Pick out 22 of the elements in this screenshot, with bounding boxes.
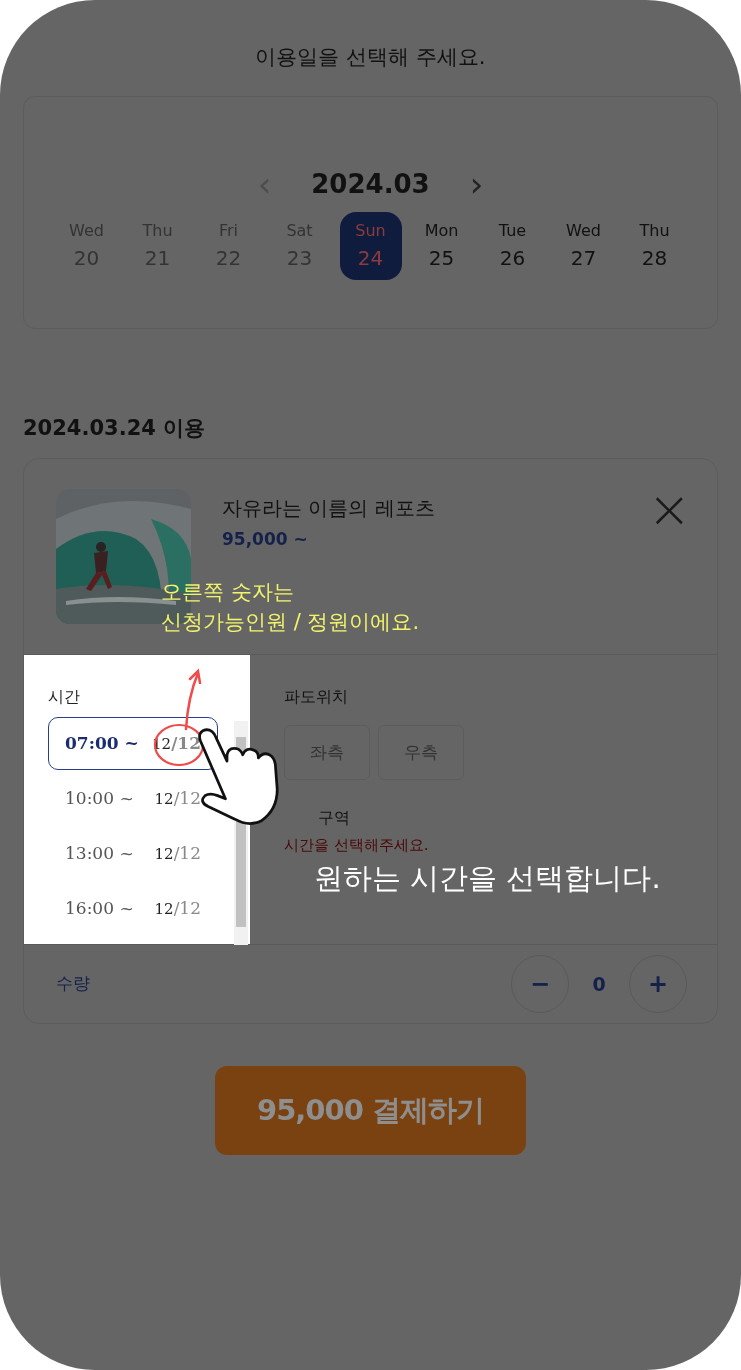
product-title: 자유라는 이름의 레포츠 — [222, 495, 436, 522]
pay-button[interactable]: 95,000 결제하기 — [215, 1066, 526, 1155]
section-label: 시간 — [48, 686, 81, 708]
month-label: 2024.03 — [311, 167, 430, 201]
quantity-value: 0 — [591, 971, 607, 997]
day-button[interactable]: Sun 24 — [339, 211, 402, 280]
hint-text: 원하는 시간을 선택합니다. — [314, 860, 661, 897]
section-label: 파도위치 — [284, 686, 349, 708]
validation-message: 시간을 선택해주세요. — [284, 835, 430, 856]
next-month-button[interactable]: › — [429, 167, 524, 201]
day-button[interactable]: Mon 25 — [410, 211, 473, 280]
day-button[interactable]: Tue 26 — [481, 211, 544, 280]
quantity-label: 수량 — [56, 972, 91, 996]
product-price: 95,000 ~ — [222, 528, 309, 551]
hint-text: 오른쪽 숫자는 신청가능인원 / 정원이에요. — [161, 579, 420, 636]
day-button[interactable]: Thu 28 — [623, 211, 686, 280]
page-title: 이용일을 선택해 주세요. — [254, 44, 487, 71]
day-button[interactable]: Wed 27 — [552, 211, 615, 280]
section-label: 구역 — [318, 807, 351, 829]
previous-month-button[interactable]: ‹ — [217, 167, 312, 201]
date-heading: 2024.03.24 이용 — [23, 414, 207, 442]
close-button[interactable]: × — [647, 489, 691, 529]
